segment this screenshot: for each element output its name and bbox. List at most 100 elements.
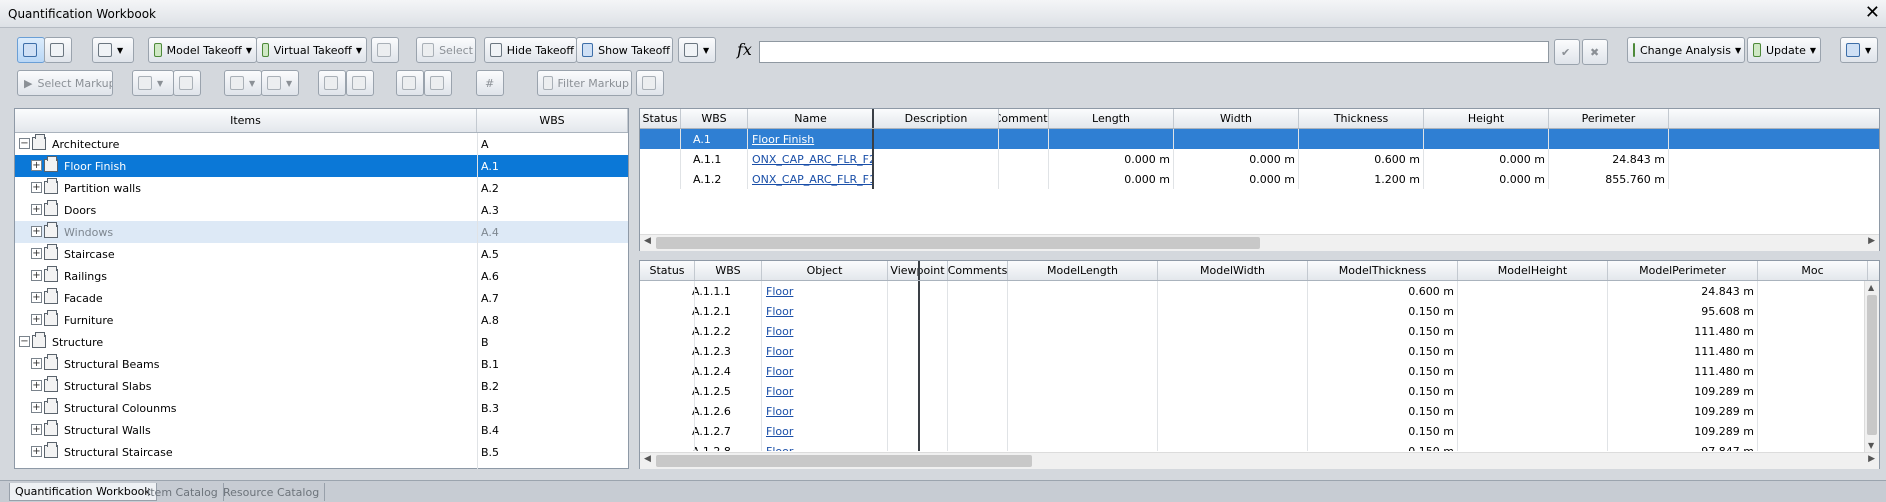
column-header-wbs[interactable]: WBS bbox=[681, 109, 748, 128]
select-button[interactable]: Select bbox=[416, 37, 476, 63]
tree-row[interactable]: + Facade A.7 bbox=[15, 287, 628, 309]
expand-collapse-icon[interactable]: − bbox=[19, 336, 30, 347]
model-takeoff-button[interactable]: Model Takeoff ▼ bbox=[148, 37, 257, 63]
tree-row[interactable]: + Furniture A.8 bbox=[15, 309, 628, 331]
grid-tool-button[interactable] bbox=[346, 70, 374, 96]
tree-row[interactable]: + Structural Walls B.4 bbox=[15, 419, 628, 441]
cell-name[interactable]: ONX_CAP_ARC_FLR_F2_60... bbox=[748, 149, 874, 169]
scrollbar-thumb[interactable] bbox=[656, 237, 1260, 249]
settings-button[interactable] bbox=[44, 37, 72, 63]
expand-collapse-icon[interactable]: + bbox=[31, 204, 42, 215]
column-header-status[interactable]: Status bbox=[640, 261, 695, 280]
takeoff-name-link[interactable]: ONX_CAP_ARC_FLR_F1_15... bbox=[752, 173, 874, 186]
tree-row[interactable]: − Architecture A bbox=[15, 133, 628, 155]
column-header-height[interactable]: Height bbox=[1424, 109, 1549, 128]
cancel-formula-button[interactable]: ✖ bbox=[1582, 39, 1608, 65]
virtual-takeoff-button[interactable]: Virtual Takeoff ▼ bbox=[256, 37, 367, 63]
scroll-left-icon[interactable]: ◀ bbox=[644, 454, 651, 464]
object-link[interactable]: Floor bbox=[766, 285, 793, 298]
expand-collapse-icon[interactable]: + bbox=[31, 424, 42, 435]
cell-object[interactable]: Floor bbox=[762, 301, 888, 321]
object-horizontal-scrollbar[interactable]: ◀ ▶ bbox=[640, 452, 1879, 469]
object-row[interactable]: A.1.2.6 Floor 0.150 m 109.289 m bbox=[640, 401, 1864, 421]
object-link[interactable]: Floor bbox=[766, 445, 793, 452]
column-header-modelheight[interactable]: ModelHeight bbox=[1458, 261, 1608, 280]
column-header-modelwidth[interactable]: ModelWidth bbox=[1158, 261, 1308, 280]
tree-row[interactable]: + Structural Beams B.1 bbox=[15, 353, 628, 375]
takeoff-row[interactable]: A.1.1 ONX_CAP_ARC_FLR_F2_60... 0.000 m 0.00… bbox=[640, 149, 1879, 169]
takeoff-name-link[interactable]: ONX_CAP_ARC_FLR_F2_60... bbox=[752, 153, 874, 166]
column-header-thickness[interactable]: Thickness bbox=[1299, 109, 1424, 128]
expand-collapse-icon[interactable]: + bbox=[31, 160, 42, 171]
accept-formula-button[interactable]: ✔ bbox=[1554, 39, 1580, 65]
select-markup-button[interactable]: ▶ Select Markup bbox=[17, 70, 113, 96]
tree-row[interactable]: + Structural Colounms B.3 bbox=[15, 397, 628, 419]
change-analysis-button[interactable]: Change Analysis ▼ bbox=[1627, 37, 1745, 63]
takeoff-horizontal-scrollbar[interactable]: ◀ ▶ bbox=[640, 234, 1879, 251]
expand-collapse-icon[interactable]: + bbox=[31, 358, 42, 369]
tree-row[interactable]: + Windows A.4 bbox=[15, 221, 628, 243]
tree-row[interactable]: + Partition walls A.2 bbox=[15, 177, 628, 199]
column-header-comments[interactable]: Comments bbox=[948, 261, 1008, 280]
takeoff-name-link[interactable]: Floor Finish bbox=[752, 133, 814, 146]
column-header-object[interactable]: Object bbox=[762, 261, 888, 280]
column-header-comments[interactable]: Comments bbox=[999, 109, 1049, 128]
refresh-button[interactable] bbox=[371, 37, 399, 63]
tab-item-catalog[interactable]: Item Catalog bbox=[142, 483, 224, 501]
markup-settings-button[interactable] bbox=[636, 70, 664, 96]
cell-object[interactable]: Floor bbox=[762, 421, 888, 441]
export-dropdown[interactable]: ▼ bbox=[1840, 37, 1878, 63]
object-link[interactable]: Floor bbox=[766, 365, 793, 378]
object-link[interactable]: Floor bbox=[766, 425, 793, 438]
cell-object[interactable]: Floor bbox=[762, 321, 888, 341]
expand-collapse-icon[interactable]: + bbox=[31, 380, 42, 391]
column-header-modellength[interactable]: ModelLength bbox=[1008, 261, 1158, 280]
tree-row[interactable]: + Doors A.3 bbox=[15, 199, 628, 221]
area-shape-dropdown[interactable]: ▼ bbox=[261, 70, 299, 96]
object-link[interactable]: Floor bbox=[766, 345, 793, 358]
cell-name[interactable]: ONX_CAP_ARC_FLR_F1_15... bbox=[748, 169, 874, 189]
layout-dropdown[interactable]: ▼ bbox=[92, 37, 134, 63]
column-header-wbs[interactable]: WBS bbox=[477, 109, 628, 132]
scroll-right-icon[interactable]: ▶ bbox=[1868, 236, 1875, 246]
fill-tool-button[interactable] bbox=[318, 70, 346, 96]
tree-row[interactable]: − Structure B bbox=[15, 331, 628, 353]
expand-collapse-icon[interactable]: − bbox=[19, 138, 30, 149]
formula-input[interactable] bbox=[759, 41, 1549, 63]
object-link[interactable]: Floor bbox=[766, 305, 793, 318]
tree-row[interactable]: + Railings A.6 bbox=[15, 265, 628, 287]
scrollbar-thumb[interactable] bbox=[656, 455, 1032, 467]
cell-object[interactable]: Floor bbox=[762, 281, 888, 301]
linear-tool-dropdown[interactable]: ▼ bbox=[132, 70, 174, 96]
scroll-up-icon[interactable]: ▲ bbox=[1868, 283, 1874, 292]
cell-object[interactable]: Floor bbox=[762, 401, 888, 421]
cell-object[interactable]: Floor bbox=[762, 381, 888, 401]
object-row[interactable]: A.1.2.2 Floor 0.150 m 111.480 m bbox=[640, 321, 1864, 341]
area-tool-dropdown[interactable]: ▼ bbox=[224, 70, 262, 96]
close-icon[interactable]: ✕ bbox=[1865, 3, 1880, 23]
expand-collapse-icon[interactable]: + bbox=[31, 226, 42, 237]
tree-row[interactable]: + Structural Staircase B.5 bbox=[15, 441, 628, 463]
object-row[interactable]: A.1.2.1 Floor 0.150 m 95.608 m bbox=[640, 301, 1864, 321]
tree-row[interactable]: + Structural Slabs B.2 bbox=[15, 375, 628, 397]
object-link[interactable]: Floor bbox=[766, 325, 793, 338]
takeoff-row[interactable]: A.1.2 ONX_CAP_ARC_FLR_F1_15... 0.000 m 0.00… bbox=[640, 169, 1879, 189]
column-header-perimeter[interactable]: Perimeter bbox=[1549, 109, 1669, 128]
tree-row[interactable]: + Floor Finish A.1 bbox=[15, 155, 628, 177]
object-row[interactable]: A.1.2.3 Floor 0.150 m 111.480 m bbox=[640, 341, 1864, 361]
column-header-status[interactable]: Status bbox=[640, 109, 681, 128]
object-row[interactable]: A.1.1.1 Floor 0.600 m 24.843 m bbox=[640, 281, 1864, 301]
cell-name[interactable]: Floor Finish bbox=[748, 129, 874, 149]
update-button[interactable]: Update ▼ bbox=[1747, 37, 1821, 63]
column-header-wbs[interactable]: WBS bbox=[695, 261, 762, 280]
tab-resource-catalog[interactable]: Resource Catalog bbox=[218, 483, 326, 501]
scroll-left-icon[interactable]: ◀ bbox=[644, 236, 651, 246]
object-vertical-scrollbar[interactable]: ▲ ▼ bbox=[1864, 281, 1879, 452]
column-header-width[interactable]: Width bbox=[1174, 109, 1299, 128]
filter-markup-button[interactable]: Filter Markup bbox=[537, 70, 632, 96]
column-header-name[interactable]: Name bbox=[748, 109, 874, 128]
object-row[interactable]: A.1.2.4 Floor 0.150 m 111.480 m bbox=[640, 361, 1864, 381]
view-options-dropdown[interactable]: ▼ bbox=[678, 37, 716, 63]
hash-tool-button[interactable]: # bbox=[476, 70, 504, 96]
segment-tool-button[interactable] bbox=[173, 70, 201, 96]
